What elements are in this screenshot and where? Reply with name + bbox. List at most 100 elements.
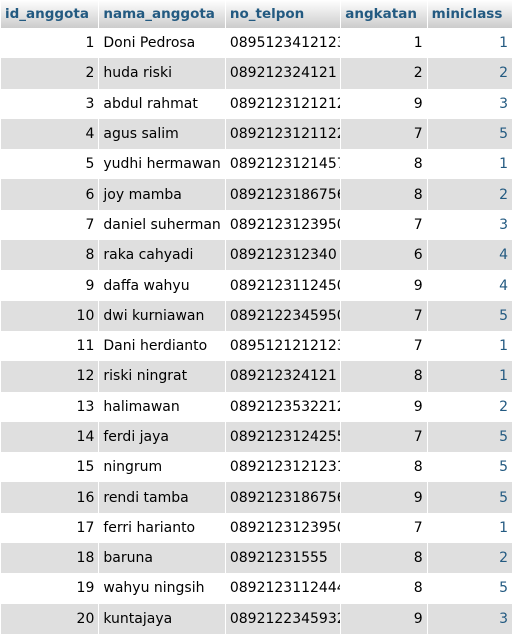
cell-angkatan: 8 — [341, 361, 427, 392]
cell-miniclass[interactable]: 1 — [427, 149, 512, 180]
cell-angkatan: 7 — [341, 209, 427, 241]
cell-no-telpon: 0892123186756 — [225, 179, 341, 210]
table-row[interactable]: 19 wahyu ningsih 0892123112444 8 5 — [1, 573, 512, 604]
cell-miniclass[interactable]: 1 — [427, 28, 512, 59]
cell-angkatan: 7 — [341, 118, 427, 150]
column-header-angkatan[interactable]: angkatan — [341, 0, 427, 28]
cell-nama-anggota: rendi tamba — [99, 482, 225, 513]
cell-miniclass[interactable]: 2 — [427, 58, 512, 89]
table-body: 1 Doni Pedrosa 0895123412123 1 1 2 huda riski 0… — [1, 28, 512, 634]
cell-no-telpon: 0892123123950 — [225, 512, 341, 544]
table-row[interactable]: 3 abdul rahmat 0892123121212 9 3 — [1, 88, 512, 119]
cell-miniclass[interactable]: 3 — [427, 209, 512, 241]
cell-id-anggota: 1 — [1, 28, 99, 59]
table-row[interactable]: 18 baruna 08921231555 8 2 — [1, 543, 512, 574]
table-row[interactable]: 12 riski ningrat 089212324121 8 1 — [1, 361, 512, 392]
column-header-nama-anggota[interactable]: nama_anggota — [99, 0, 225, 28]
cell-nama-anggota: Doni Pedrosa — [99, 28, 225, 59]
cell-no-telpon: 0892123121457 — [225, 149, 341, 180]
cell-angkatan: 6 — [341, 240, 427, 271]
cell-miniclass[interactable]: 2 — [427, 391, 512, 422]
cell-id-anggota: 4 — [1, 118, 99, 150]
table-row[interactable]: 16 rendi tamba 0892123186756 9 5 — [1, 482, 512, 513]
cell-miniclass[interactable]: 3 — [427, 603, 512, 634]
cell-id-anggota: 12 — [1, 361, 99, 392]
cell-nama-anggota: huda riski — [99, 58, 225, 89]
cell-miniclass[interactable]: 5 — [427, 482, 512, 513]
cell-miniclass[interactable]: 4 — [427, 240, 512, 271]
table-row[interactable]: 6 joy mamba 0892123186756 8 2 — [1, 179, 512, 210]
table-row[interactable]: 17 ferri harianto 0892123123950 7 1 — [1, 512, 512, 544]
cell-no-telpon: 0892123532212 — [225, 391, 341, 422]
column-header-no-telpon[interactable]: no_telpon — [225, 0, 341, 28]
table-row[interactable]: 8 raka cahyadi 089212312340 6 4 — [1, 240, 512, 271]
table-row[interactable]: 7 daniel suherman 0892123123950 7 3 — [1, 209, 512, 241]
cell-nama-anggota: agus salim — [99, 118, 225, 150]
table-row[interactable]: 2 huda riski 089212324121 2 2 — [1, 58, 512, 89]
cell-miniclass[interactable]: 5 — [427, 300, 512, 331]
cell-miniclass[interactable]: 5 — [427, 421, 512, 453]
cell-miniclass[interactable]: 1 — [427, 361, 512, 392]
cell-miniclass[interactable]: 3 — [427, 88, 512, 119]
cell-no-telpon: 089212312340 — [225, 240, 341, 271]
cell-nama-anggota: daniel suherman — [99, 209, 225, 241]
cell-angkatan: 8 — [341, 149, 427, 180]
table-row[interactable]: 9 daffa wahyu 0892123112450 9 4 — [1, 270, 512, 301]
cell-nama-anggota: daffa wahyu — [99, 270, 225, 301]
cell-id-anggota: 10 — [1, 300, 99, 331]
cell-nama-anggota: halimawan — [99, 391, 225, 422]
cell-no-telpon: 0895123412123 — [225, 28, 341, 59]
table-row[interactable]: 10 dwi kurniawan 0892122345950 7 5 — [1, 300, 512, 331]
cell-no-telpon: 0892122345932 — [225, 603, 341, 634]
cell-nama-anggota: kuntajaya — [99, 603, 225, 634]
cell-id-anggota: 18 — [1, 543, 99, 574]
cell-no-telpon: 089212324121 — [225, 58, 341, 89]
cell-id-anggota: 14 — [1, 421, 99, 453]
cell-angkatan: 9 — [341, 603, 427, 634]
cell-angkatan: 9 — [341, 88, 427, 119]
cell-angkatan: 7 — [341, 512, 427, 544]
cell-no-telpon: 089212324121 — [225, 361, 341, 392]
cell-miniclass[interactable]: 1 — [427, 330, 512, 362]
table-row[interactable]: 20 kuntajaya 0892122345932 9 3 — [1, 603, 512, 634]
table-row[interactable]: 11 Dani herdianto 0895121212123 7 1 — [1, 330, 512, 362]
table-row[interactable]: 14 ferdi jaya 0892123124255 7 5 — [1, 421, 512, 453]
cell-nama-anggota: riski ningrat — [99, 361, 225, 392]
cell-id-anggota: 16 — [1, 482, 99, 513]
cell-miniclass[interactable]: 2 — [427, 543, 512, 574]
cell-nama-anggota: joy mamba — [99, 179, 225, 210]
header-row: id_anggota nama_anggota no_telpon angkatan m… — [1, 0, 512, 28]
cell-miniclass[interactable]: 5 — [427, 118, 512, 150]
cell-no-telpon: 0892123112444 — [225, 573, 341, 604]
results-table: id_anggota nama_anggota no_telpon angkatan m… — [0, 0, 513, 634]
cell-id-anggota: 9 — [1, 270, 99, 301]
table-row[interactable]: 4 agus salim 0892123121122 7 5 — [1, 118, 512, 150]
table-row[interactable]: 13 halimawan 0892123532212 9 2 — [1, 391, 512, 422]
cell-id-anggota: 17 — [1, 512, 99, 544]
cell-miniclass[interactable]: 5 — [427, 452, 512, 483]
cell-angkatan: 7 — [341, 330, 427, 362]
table-row[interactable]: 15 ningrum 0892123121231 8 5 — [1, 452, 512, 483]
cell-miniclass[interactable]: 4 — [427, 270, 512, 301]
cell-id-anggota: 8 — [1, 240, 99, 271]
cell-angkatan: 9 — [341, 482, 427, 513]
column-header-miniclass[interactable]: miniclass — [427, 0, 512, 28]
cell-miniclass[interactable]: 5 — [427, 573, 512, 604]
cell-no-telpon: 0892123123950 — [225, 209, 341, 241]
cell-id-anggota: 3 — [1, 88, 99, 119]
cell-angkatan: 7 — [341, 421, 427, 453]
table-row[interactable]: 5 yudhi hermawan 0892123121457 8 1 — [1, 149, 512, 180]
cell-angkatan: 8 — [341, 543, 427, 574]
cell-angkatan: 8 — [341, 573, 427, 604]
cell-angkatan: 9 — [341, 270, 427, 301]
cell-id-anggota: 19 — [1, 573, 99, 604]
cell-no-telpon: 0892123121231 — [225, 452, 341, 483]
column-header-id-anggota[interactable]: id_anggota — [1, 0, 99, 28]
cell-miniclass[interactable]: 1 — [427, 512, 512, 544]
cell-angkatan: 9 — [341, 391, 427, 422]
cell-id-anggota: 5 — [1, 149, 99, 180]
cell-no-telpon: 0895121212123 — [225, 330, 341, 362]
cell-miniclass[interactable]: 2 — [427, 179, 512, 210]
cell-no-telpon: 0892123121122 — [225, 118, 341, 150]
table-row[interactable]: 1 Doni Pedrosa 0895123412123 1 1 — [1, 28, 512, 59]
